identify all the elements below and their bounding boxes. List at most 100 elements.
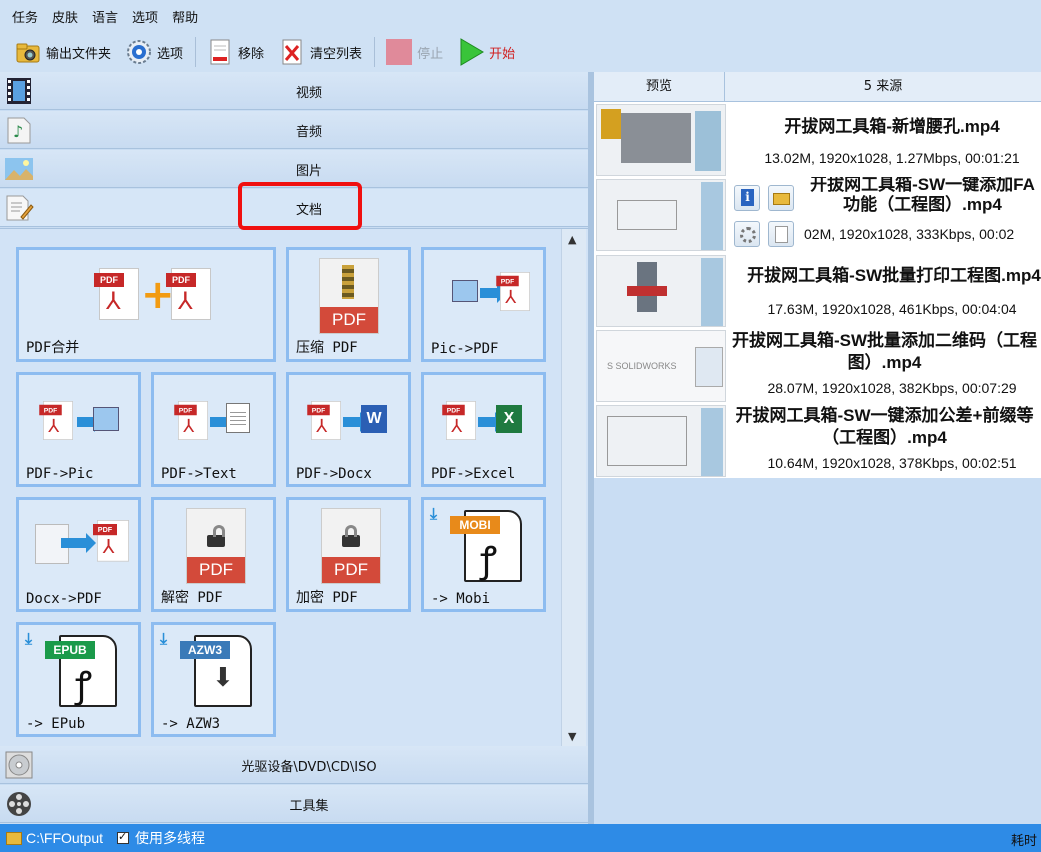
tile-label: -> EPub	[26, 716, 86, 732]
tile-label: PDF->Excel	[431, 466, 516, 482]
tile-label: 解密 PDF	[161, 590, 223, 606]
tile-label: PDF->Text	[161, 466, 237, 482]
remove-doc-icon	[206, 38, 234, 66]
settings-button[interactable]	[734, 221, 760, 247]
tile-label: 加密 PDF	[296, 590, 358, 606]
remove-button[interactable]: 移除	[202, 36, 268, 68]
category-rom-label: 光驱设备\DVD\CD\ISO	[241, 760, 377, 775]
arrow-right-icon	[478, 412, 505, 432]
tile-label: Docx->PDF	[26, 591, 102, 607]
menu-skin[interactable]: 皮肤	[52, 7, 78, 26]
mobi-book-icon: MOBI ꝭ	[450, 510, 522, 582]
status-bar: C:\FFOutput 使用多线程 耗时	[0, 824, 1041, 852]
file-name: 开拔网工具箱-SW一键添加FA功能（工程图）.mp4	[810, 177, 1035, 214]
tile-pdf-to-excel[interactable]: PDF ⅄ X PDF->Excel	[421, 372, 546, 487]
video-thumbnail	[596, 255, 726, 327]
video-thumbnail	[596, 405, 726, 477]
tools-scrollbar[interactable]: ▲ ▼	[561, 229, 586, 747]
file-info: 28.07M, 1920x1028, 382Kbps, 00:07:29	[767, 380, 1017, 396]
tile-to-epub[interactable]: ⤓ EPUB ꝭ -> EPub	[16, 622, 141, 737]
menu-language[interactable]: 语言	[92, 7, 118, 26]
tile-pdf-to-pic[interactable]: PDF ⅄ PDF->Pic	[16, 372, 141, 487]
menu-options[interactable]: 选项	[132, 7, 158, 26]
edit-doc-icon	[775, 226, 788, 243]
open-folder-button[interactable]	[768, 185, 794, 211]
tile-pdf-to-docx[interactable]: PDF ⅄ W PDF->Docx	[286, 372, 411, 487]
tile-compress-pdf[interactable]: PDF 压缩 PDF	[286, 247, 411, 362]
pdf-file-icon: PDF ⅄	[442, 401, 476, 440]
clear-list-icon	[278, 38, 306, 66]
zip-pdf-icon: PDF	[319, 258, 379, 334]
unlock-pdf-icon: PDF	[186, 508, 246, 584]
video-thumbnail	[596, 104, 726, 176]
source-column-header[interactable]: 5 来源	[725, 72, 1041, 102]
pdf-file-icon: PDF ⅄	[307, 401, 341, 440]
category-audio[interactable]: ♪ 音频	[0, 111, 588, 149]
tile-encrypt-pdf[interactable]: PDF 加密 PDF	[286, 497, 411, 612]
preview-column-header[interactable]: 预览	[594, 72, 725, 102]
file-info: 13.02M, 1920x1028, 1.27Mbps, 00:01:21	[764, 150, 1020, 166]
file-row[interactable]: 开拔网工具箱-新增腰孔.mp4 13.02M, 1920x1028, 1.27M…	[594, 102, 1041, 177]
start-button[interactable]: 开始	[453, 36, 519, 68]
document-tools-grid: PDF ⅄ + PDF ⅄ PDF合并 PDF 压缩 PDF PDF ⅄ Pic->P…	[0, 228, 588, 747]
multithread-checkbox[interactable]	[117, 830, 130, 844]
category-tools[interactable]: 工具集	[0, 785, 588, 823]
excel-icon: X	[496, 405, 522, 433]
toolbar-separator	[195, 37, 197, 67]
folder-camera-icon	[14, 38, 42, 66]
tile-pdf-merge[interactable]: PDF ⅄ + PDF ⅄ PDF合并	[16, 247, 276, 362]
tile-to-azw3[interactable]: ⤓ AZW3 ⬇ -> AZW3	[151, 622, 276, 737]
toolbar: 输出文件夹 选项 移除 清空列表 停止 开始	[0, 32, 1041, 72]
file-row[interactable]: S SOLIDWORKS 开拔网工具箱-SW批量添加二维码（工程图）.mp4 2…	[594, 328, 1041, 403]
file-name: 开拔网工具箱-SW批量打印工程图.mp4	[747, 266, 1041, 285]
category-image-label: 图片	[295, 164, 322, 179]
file-row[interactable]: 开拔网工具箱-SW批量打印工程图.mp4 17.63M, 1920x1028, …	[594, 253, 1041, 328]
category-video[interactable]: 视频	[0, 72, 588, 110]
tile-label: Pic->PDF	[431, 341, 499, 357]
menu-help[interactable]: 帮助	[172, 7, 198, 26]
tile-label: PDF->Pic	[26, 466, 94, 482]
stop-button[interactable]: 停止	[381, 36, 447, 68]
pdf-file-icon: PDF ⅄	[39, 401, 73, 440]
tile-pdf-to-text[interactable]: PDF ⅄ PDF->Text	[151, 372, 276, 487]
info-button[interactable]: i	[734, 185, 760, 211]
tile-pic-to-pdf[interactable]: PDF ⅄ Pic->PDF	[421, 247, 546, 362]
tile-label: -> Mobi	[431, 591, 491, 607]
elapsed-label: 耗时	[1010, 833, 1037, 848]
tile-to-mobi[interactable]: ⤓ MOBI ꝭ -> Mobi	[421, 497, 546, 612]
menu-bar: 任务 皮肤 语言 选项 帮助	[0, 0, 1041, 32]
options-button[interactable]: 选项	[121, 36, 187, 68]
menu-task[interactable]: 任务	[12, 7, 38, 26]
highlight-rectangle	[238, 182, 362, 230]
scroll-up-icon[interactable]: ▲	[568, 233, 576, 246]
clear-list-button[interactable]: 清空列表	[274, 36, 366, 68]
tile-decrypt-pdf[interactable]: PDF 解密 PDF	[151, 497, 276, 612]
file-name: 开拔网工具箱-SW一键添加公差+前缀等（工程图）.mp4	[735, 406, 1034, 447]
gear-icon	[740, 227, 756, 243]
file-list-panel: 预览 5 来源 开拔网工具箱-新增腰孔.mp4 13.02M, 1920x102…	[594, 72, 1041, 824]
category-tools-label: 工具集	[289, 799, 329, 814]
file-row[interactable]: 开拔网工具箱-SW一键添加公差+前缀等（工程图）.mp4 10.64M, 192…	[594, 403, 1041, 478]
file-row[interactable]: i 开拔网工具箱-SW一键添加FA功能（工程图）.mp4 02M, 1920x1…	[594, 177, 1041, 253]
pdf-file-icon: PDF ⅄	[94, 268, 139, 320]
toolbar-separator	[374, 37, 376, 67]
output-path[interactable]: C:\FFOutput	[26, 830, 103, 846]
file-name: 开拔网工具箱-SW批量添加二维码（工程图）.mp4	[731, 331, 1038, 372]
remove-label: 移除	[238, 46, 265, 62]
folder-icon	[6, 831, 22, 845]
output-folder-button[interactable]: 输出文件夹	[10, 36, 115, 68]
tile-label: -> AZW3	[161, 716, 221, 732]
category-rom[interactable]: 光驱设备\DVD\CD\ISO	[0, 746, 588, 784]
arrow-right-icon	[480, 283, 507, 303]
download-arrow-icon: ⤓	[25, 629, 33, 648]
options-gear-icon	[125, 38, 153, 66]
info-icon: i	[741, 189, 754, 206]
word-icon: W	[361, 405, 387, 433]
edit-button[interactable]	[768, 221, 794, 247]
file-name: 开拔网工具箱-新增腰孔.mp4	[784, 117, 1000, 136]
tile-docx-to-pdf[interactable]: PDF ⅄ Docx->PDF	[16, 497, 141, 612]
arrow-right-icon	[343, 412, 370, 432]
options-label: 选项	[157, 46, 184, 62]
scroll-down-icon[interactable]: ▼	[568, 730, 576, 743]
azw3-book-icon: AZW3 ⬇	[180, 635, 252, 707]
